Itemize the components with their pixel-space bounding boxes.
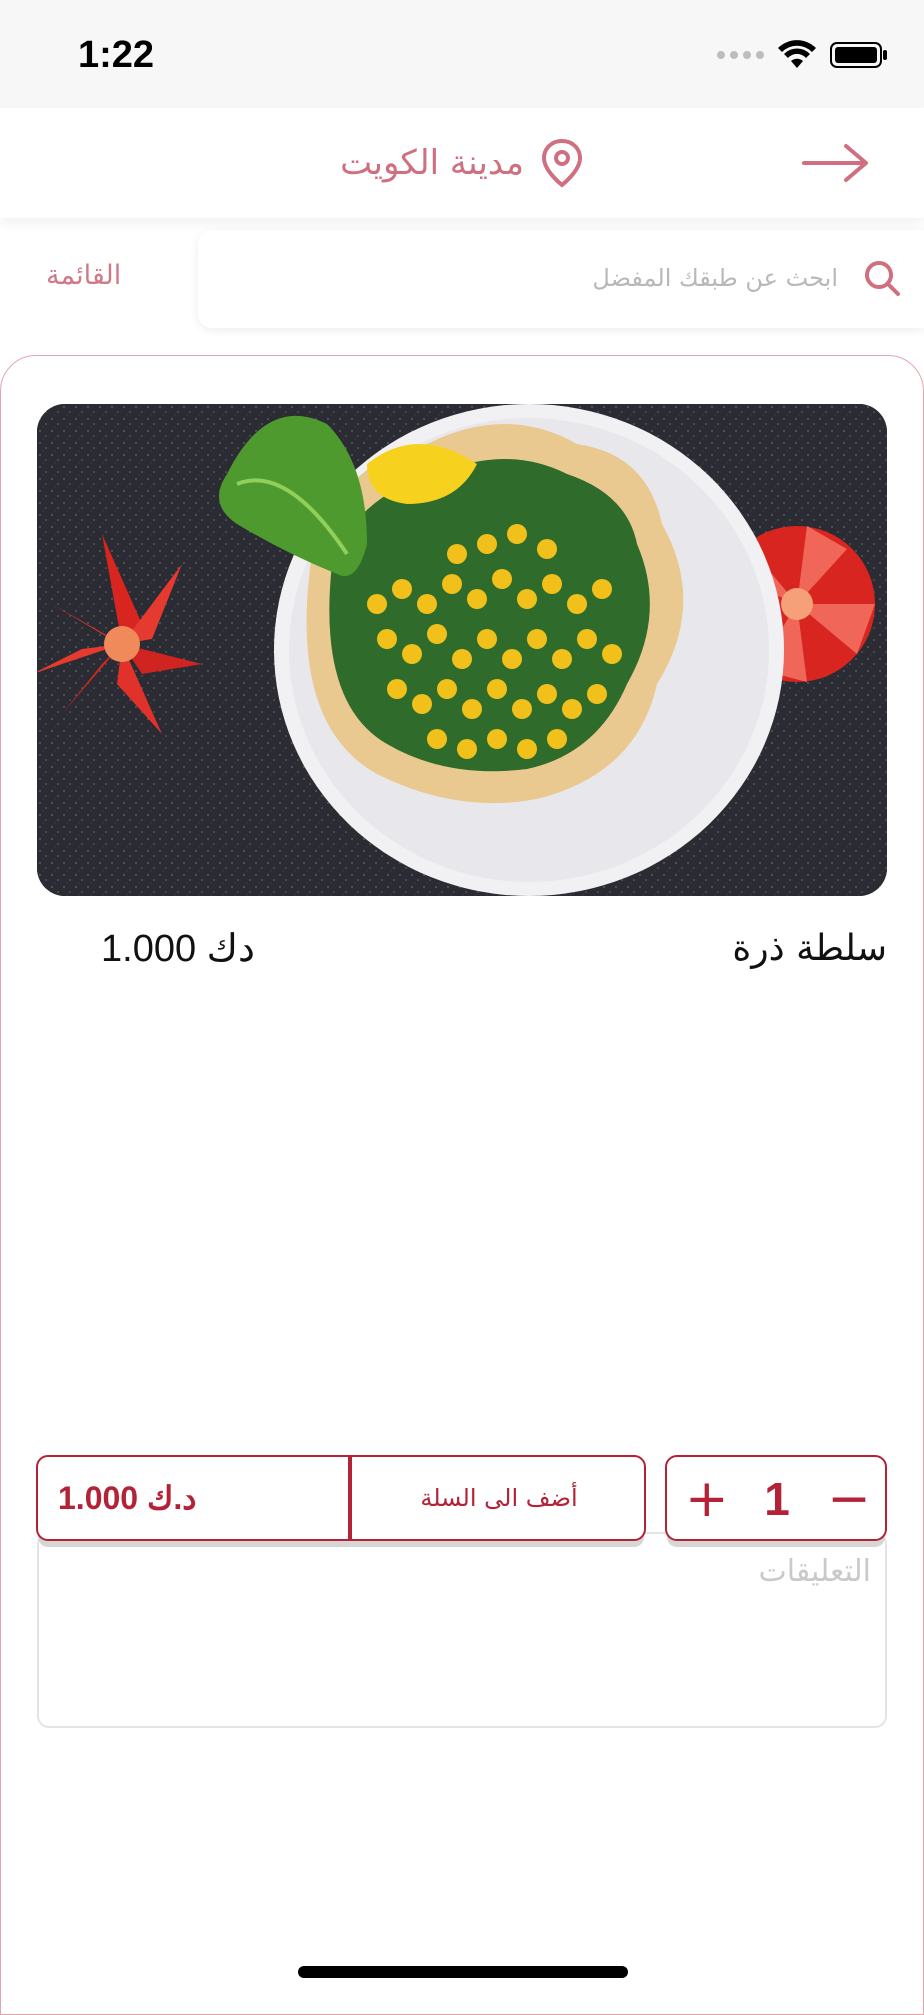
search-placeholder: ابحث عن طبقك المفضل: [592, 264, 838, 292]
comments-input[interactable]: التعليقات: [37, 1532, 887, 1728]
dish-image: [37, 404, 887, 896]
quantity-value: 1: [764, 1473, 790, 1525]
battery-icon: [830, 42, 887, 68]
cart-total: د.ك 1.000: [58, 1480, 197, 1516]
search-row: القائمة ابحث عن طبقك المفضل: [0, 230, 924, 328]
status-icons: [717, 40, 888, 70]
arrow-right-icon[interactable]: [800, 138, 872, 188]
dish-price: 1.000 دك: [101, 928, 255, 970]
corn-salad-illustration: [37, 404, 887, 896]
location-selector[interactable]: مدينة الكويت: [0, 108, 924, 218]
add-to-cart-label: أضف الى السلة: [420, 1484, 578, 1512]
comments-placeholder: التعليقات: [758, 1554, 871, 1589]
search-input[interactable]: ابحث عن طبقك المفضل: [198, 230, 924, 328]
map-pin-icon: [541, 138, 582, 188]
quantity-stepper: + 1 −: [665, 1455, 887, 1541]
home-indicator[interactable]: [298, 1966, 628, 1978]
dish-name: سلطة ذرة: [732, 928, 887, 969]
location-label: مدينة الكويت: [340, 143, 524, 183]
status-time: 1:22: [78, 34, 155, 76]
add-to-cart-button[interactable]: د.ك 1.000 أضف الى السلة: [36, 1455, 646, 1541]
increment-button[interactable]: +: [685, 1469, 729, 1529]
app-header: مدينة الكويت: [0, 108, 924, 218]
status-bar: 1:22: [0, 0, 924, 108]
menu-link[interactable]: القائمة: [46, 260, 121, 291]
dish-card: سلطة ذرة 1.000 دك التعليقات: [0, 355, 924, 2015]
cellular-signal-icon: [717, 51, 764, 59]
decrement-button[interactable]: −: [827, 1469, 871, 1529]
wifi-icon: [778, 40, 816, 68]
search-icon[interactable]: [862, 258, 902, 298]
